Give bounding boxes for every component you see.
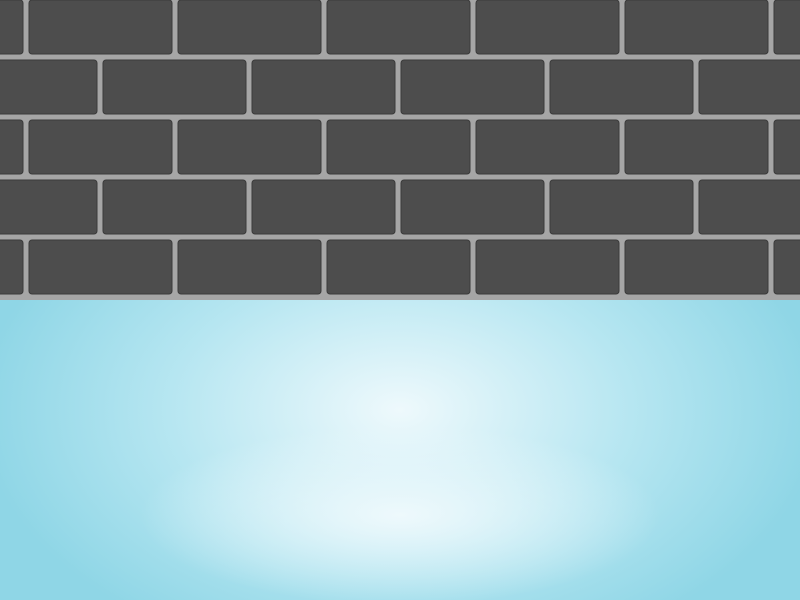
brick: [400, 59, 545, 115]
brick: [400, 179, 545, 235]
brick: [177, 119, 322, 175]
brick: [326, 119, 471, 175]
brick: [251, 59, 396, 115]
bricks-group: [0, 0, 800, 295]
brick: [624, 0, 769, 55]
brick: [0, 239, 24, 295]
brick: [624, 119, 769, 175]
brick: [475, 0, 620, 55]
brick: [28, 0, 173, 55]
brick: [624, 239, 769, 295]
brick: [698, 59, 800, 115]
floor-glow: [0, 300, 800, 600]
brick: [0, 0, 24, 55]
floor: [0, 300, 800, 600]
brick: [326, 239, 471, 295]
brick: [698, 179, 800, 235]
brick: [475, 239, 620, 295]
brick: [251, 179, 396, 235]
brick: [549, 59, 694, 115]
brick: [773, 0, 800, 55]
brick: [102, 59, 247, 115]
brick: [102, 179, 247, 235]
brick-wall-svg: [0, 0, 800, 300]
brick: [326, 0, 471, 55]
brick: [177, 239, 322, 295]
brick: [0, 179, 98, 235]
brick: [475, 119, 620, 175]
game-screen: [0, 0, 800, 600]
brick: [0, 119, 24, 175]
brick-wall: [0, 0, 800, 300]
brick: [0, 59, 98, 115]
brick: [773, 239, 800, 295]
brick: [28, 239, 173, 295]
brick: [549, 179, 694, 235]
brick: [28, 119, 173, 175]
brick: [773, 119, 800, 175]
brick: [177, 0, 322, 55]
